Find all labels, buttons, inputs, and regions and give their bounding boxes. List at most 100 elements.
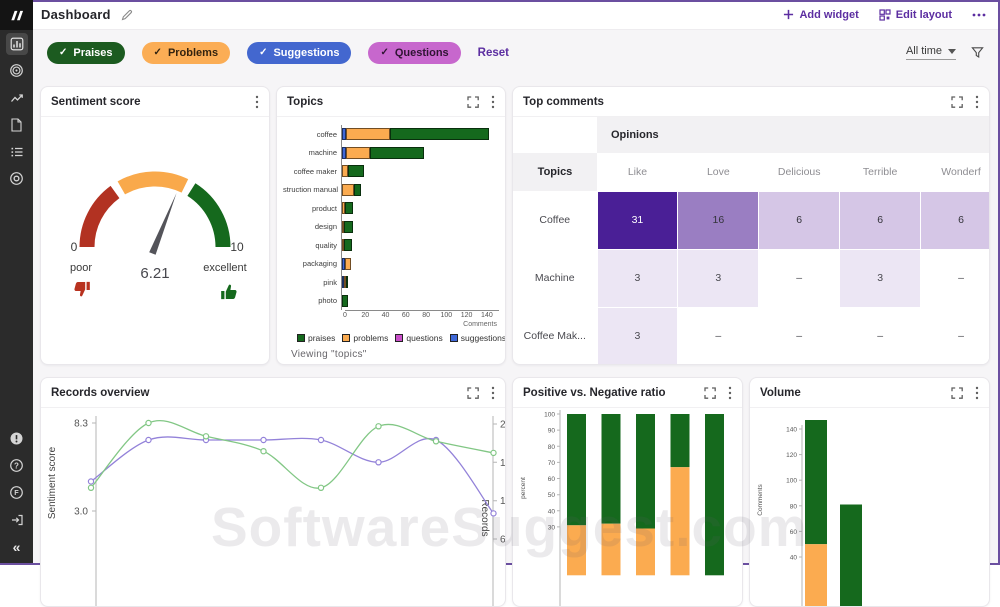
bar-praises[interactable] bbox=[805, 420, 827, 544]
heatmap-cell[interactable]: – bbox=[840, 307, 921, 365]
data-point[interactable] bbox=[261, 437, 266, 442]
data-point[interactable] bbox=[88, 485, 93, 490]
table-row: Machine33–3– bbox=[513, 249, 990, 307]
bar-positive[interactable] bbox=[567, 414, 586, 525]
bar-positive[interactable] bbox=[602, 414, 621, 524]
sidebar-item-help[interactable]: ? bbox=[0, 452, 33, 479]
volume-bar-chart: 140120100806040Comments bbox=[750, 408, 988, 606]
filter-chip-questions[interactable]: ✓Questions bbox=[368, 42, 460, 64]
edit-layout-button[interactable]: Edit layout bbox=[879, 9, 952, 21]
sidebar-item-list[interactable] bbox=[0, 138, 33, 165]
heatmap-cell[interactable]: – bbox=[921, 249, 990, 307]
data-point[interactable] bbox=[203, 434, 208, 439]
more-menu-button[interactable] bbox=[972, 13, 986, 17]
sidebar-item-records[interactable] bbox=[0, 165, 33, 192]
topics-bar[interactable] bbox=[342, 128, 489, 140]
kebab-menu-icon[interactable] bbox=[975, 95, 979, 109]
data-point[interactable] bbox=[433, 439, 438, 444]
kebab-menu-icon[interactable] bbox=[491, 386, 495, 400]
data-point[interactable] bbox=[491, 511, 496, 516]
expand-icon[interactable] bbox=[467, 96, 479, 108]
data-point[interactable] bbox=[376, 460, 381, 465]
topics-bar[interactable] bbox=[342, 258, 351, 270]
topics-bar[interactable] bbox=[342, 276, 348, 288]
bar-negative[interactable] bbox=[671, 467, 690, 575]
topics-bar[interactable] bbox=[342, 295, 348, 307]
heatmap-cell[interactable]: 3 bbox=[678, 249, 759, 307]
data-point[interactable] bbox=[261, 449, 266, 454]
window-border bbox=[33, 0, 1000, 2]
widget-topics: Topics coffeemachinecoffee makerstructio… bbox=[276, 86, 506, 365]
reset-filters-button[interactable]: Reset bbox=[478, 47, 509, 59]
add-widget-button[interactable]: Add widget bbox=[783, 9, 858, 21]
heatmap-cell[interactable]: 6 bbox=[921, 191, 990, 249]
data-point[interactable] bbox=[318, 485, 323, 490]
heatmap-cell[interactable]: – bbox=[759, 249, 840, 307]
time-range-dropdown[interactable]: All time bbox=[906, 45, 956, 60]
bar-praises[interactable] bbox=[840, 505, 862, 607]
app-logo[interactable] bbox=[0, 0, 33, 30]
kebab-menu-icon[interactable] bbox=[975, 386, 979, 400]
topics-bar[interactable] bbox=[342, 221, 353, 233]
sidebar-item-feedback[interactable]: F bbox=[0, 479, 33, 506]
edit-layout-icon bbox=[879, 9, 891, 21]
sidebar-item-goals[interactable] bbox=[0, 57, 33, 84]
heatmap-cell[interactable]: 3 bbox=[597, 307, 678, 365]
filter-chip-problems[interactable]: ✓Problems bbox=[142, 42, 231, 64]
data-point[interactable] bbox=[318, 437, 323, 442]
topics-bar[interactable] bbox=[342, 165, 364, 177]
sidebar-item-alerts[interactable] bbox=[0, 425, 33, 452]
legend-item-questions[interactable]: questions bbox=[395, 333, 442, 343]
bar-negative[interactable] bbox=[602, 524, 621, 576]
heatmap-cell[interactable]: 3 bbox=[840, 249, 921, 307]
topics-category-label: quality bbox=[283, 241, 341, 250]
data-point[interactable] bbox=[146, 420, 151, 425]
heatmap-cell[interactable]: – bbox=[921, 307, 990, 365]
expand-icon[interactable] bbox=[951, 96, 963, 108]
topics-bar[interactable] bbox=[342, 239, 352, 251]
sidebar-item-dashboard[interactable] bbox=[0, 30, 33, 57]
heatmap-cell[interactable]: 31 bbox=[597, 191, 678, 249]
kebab-menu-icon[interactable] bbox=[728, 386, 732, 400]
heatmap-cell[interactable]: – bbox=[678, 307, 759, 365]
expand-icon[interactable] bbox=[951, 387, 963, 399]
legend-item-praises[interactable]: praises bbox=[297, 333, 335, 343]
heatmap-cell[interactable]: 16 bbox=[678, 191, 759, 249]
data-point[interactable] bbox=[376, 424, 381, 429]
topic-row-label: Coffee bbox=[513, 191, 597, 249]
sidebar-item-trends[interactable] bbox=[0, 84, 33, 111]
edit-title-button[interactable] bbox=[121, 9, 133, 21]
bar-problems[interactable] bbox=[805, 544, 827, 606]
heatmap-cell[interactable]: 6 bbox=[759, 191, 840, 249]
data-point[interactable] bbox=[491, 450, 496, 455]
filter-bar: ✓Praises✓Problems✓Suggestions✓Questions … bbox=[33, 30, 998, 75]
heatmap-cell[interactable]: – bbox=[759, 307, 840, 365]
expand-icon[interactable] bbox=[704, 387, 716, 399]
sidebar-item-logout[interactable] bbox=[0, 506, 33, 533]
legend-item-problems[interactable]: problems bbox=[342, 333, 388, 343]
filter-chip-praises[interactable]: ✓Praises bbox=[47, 42, 125, 64]
heatmap-cell[interactable]: 6 bbox=[840, 191, 921, 249]
bar-negative[interactable] bbox=[636, 529, 655, 576]
topics-bar[interactable] bbox=[342, 184, 361, 196]
sidebar-item-documents[interactable] bbox=[0, 111, 33, 138]
widget-title: Top comments bbox=[523, 96, 604, 108]
topics-bar[interactable] bbox=[342, 147, 424, 159]
bar-positive[interactable] bbox=[636, 414, 655, 529]
kebab-menu-icon[interactable] bbox=[255, 95, 259, 109]
heatmap-cell[interactable]: 3 bbox=[597, 249, 678, 307]
bar-positive[interactable] bbox=[705, 414, 724, 575]
filter-funnel-button[interactable] bbox=[971, 46, 984, 59]
widget-header: Records overview bbox=[41, 378, 505, 408]
filter-chip-suggestions[interactable]: ✓Suggestions bbox=[247, 42, 351, 64]
data-point[interactable] bbox=[146, 437, 151, 442]
kebab-menu-icon[interactable] bbox=[491, 95, 495, 109]
topics-bar[interactable] bbox=[342, 202, 353, 214]
widget-header: Positive vs. Negative ratio bbox=[513, 378, 742, 408]
expand-icon[interactable] bbox=[467, 387, 479, 399]
legend-item-suggestions[interactable]: suggestions bbox=[450, 333, 506, 343]
sidebar-collapse-button[interactable]: « bbox=[0, 533, 33, 560]
bar-positive[interactable] bbox=[671, 414, 690, 467]
bar-negative[interactable] bbox=[567, 525, 586, 575]
data-point[interactable] bbox=[88, 479, 93, 484]
